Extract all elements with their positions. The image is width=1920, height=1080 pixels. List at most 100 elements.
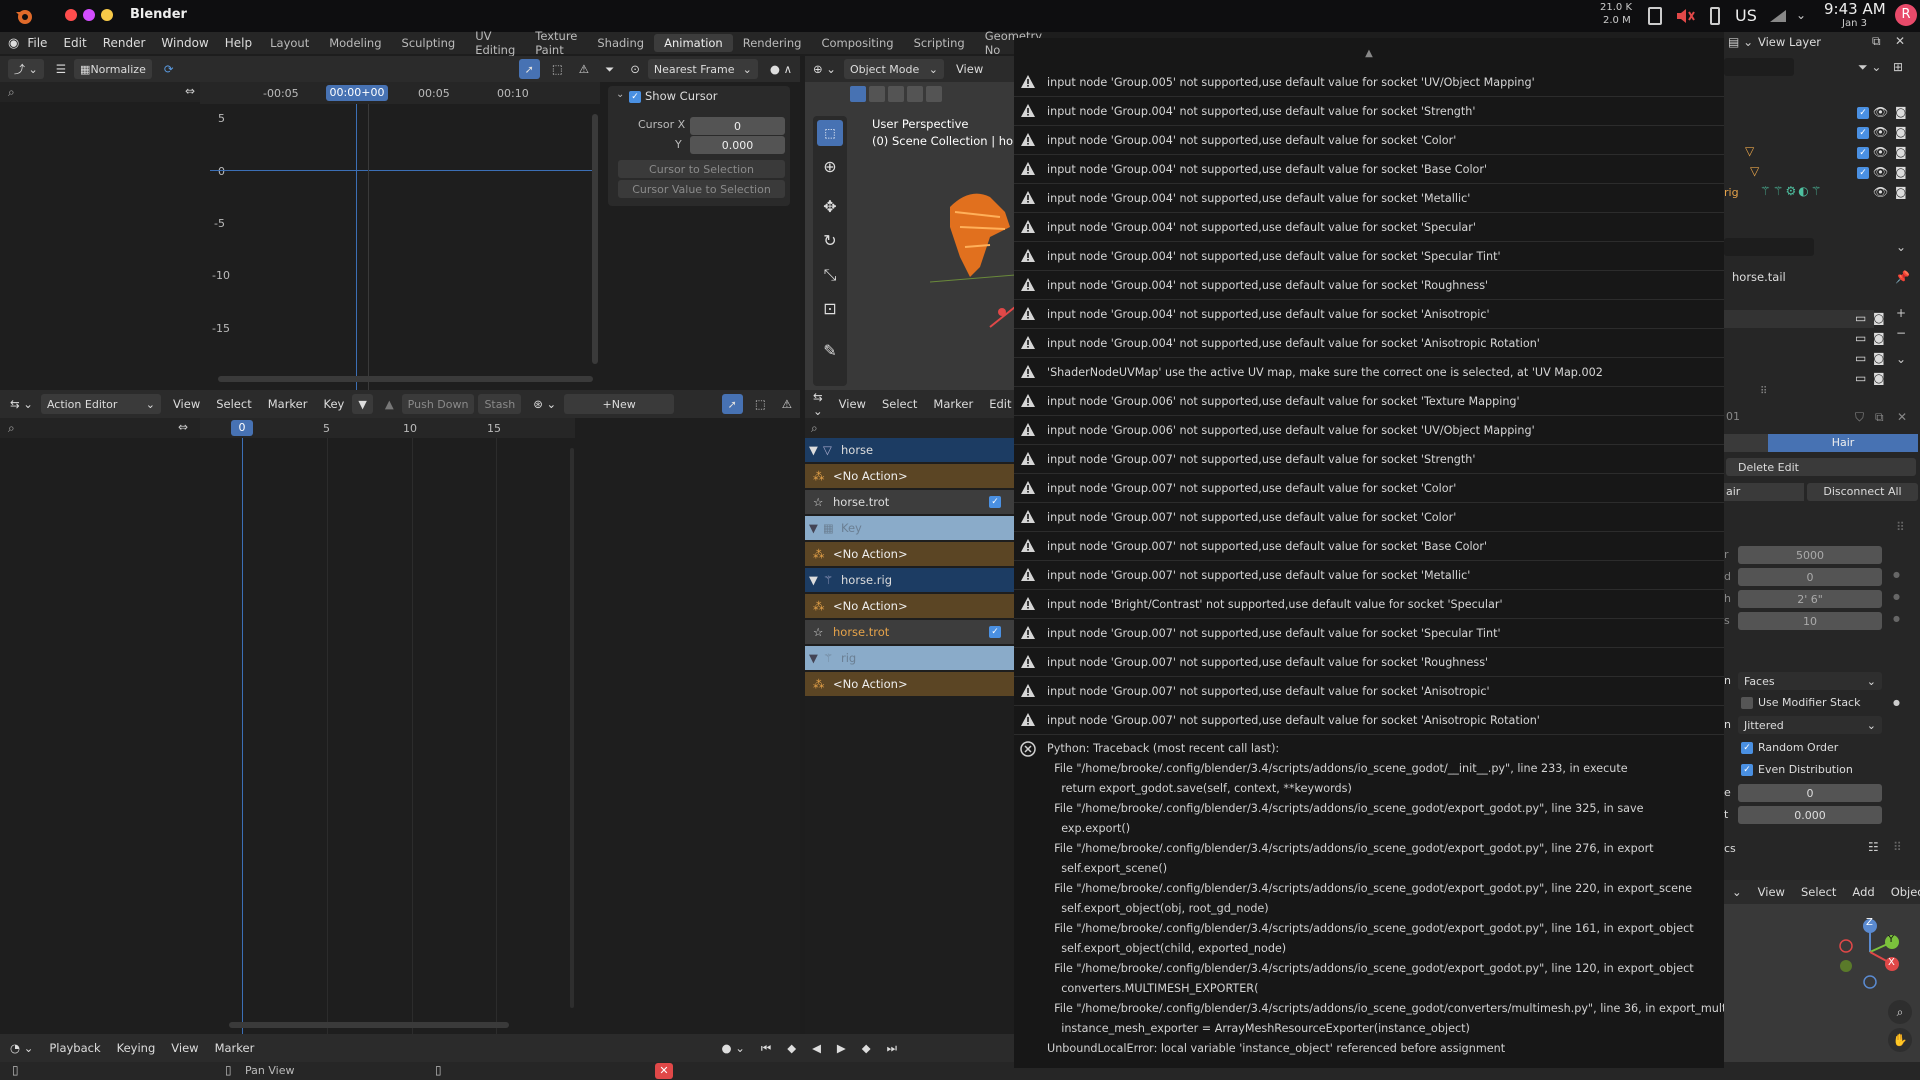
- cursor-y-field[interactable]: 0.000: [690, 136, 785, 154]
- warning-row[interactable]: input node 'Group.004' not supported,use…: [1014, 126, 1724, 155]
- transform-tool-icon[interactable]: ⊡: [817, 296, 843, 322]
- stash-button[interactable]: Stash: [478, 394, 522, 414]
- warning-row[interactable]: input node 'Group.004' not supported,use…: [1014, 155, 1724, 184]
- warning-row[interactable]: input node 'Group.004' not supported,use…: [1014, 242, 1724, 271]
- nla-strip-horse-trot-rig[interactable]: ☆ horse.trot ✓: [805, 620, 1015, 644]
- warning-row[interactable]: input node 'Group.007' not supported,use…: [1014, 677, 1724, 706]
- camera-icon[interactable]: ◙: [1873, 371, 1885, 385]
- minimize-window-button[interactable]: [83, 9, 95, 21]
- duplicate-icon[interactable]: ⧉: [1875, 410, 1884, 425]
- nla-strip-horse-trot[interactable]: ☆ horse.trot ✓: [805, 490, 1015, 514]
- view-layer-icon[interactable]: ▤ ⌄: [1728, 35, 1753, 49]
- mini-menu-add[interactable]: Add: [1844, 885, 1882, 899]
- editor-type-nla-icon[interactable]: ⇆ ⌄: [805, 390, 831, 418]
- select-box-tool-icon[interactable]: ⬚: [817, 120, 843, 146]
- tab-texture-paint[interactable]: Texture Paint: [525, 27, 587, 59]
- distribution-dropdown[interactable]: Jittered ⌄: [1738, 716, 1882, 734]
- tab-animation[interactable]: Animation: [654, 34, 733, 52]
- action-editor-area[interactable]: ⌕ ⇔ 0 5 10 15: [0, 418, 800, 1038]
- chevron-down-icon[interactable]: ⌄: [616, 89, 624, 100]
- warning-row[interactable]: input node 'Group.005' not supported,use…: [1014, 68, 1724, 97]
- menu-help[interactable]: Help: [217, 36, 260, 50]
- ae-show-hidden-icon[interactable]: ⬚: [747, 397, 774, 411]
- tab-compositing[interactable]: Compositing: [811, 34, 903, 52]
- particle-list-item-selected[interactable]: [1724, 310, 1874, 328]
- current-frame-indicator[interactable]: 00:00+00: [326, 85, 388, 101]
- warning-row[interactable]: input node 'Group.004' not supported,use…: [1014, 97, 1724, 126]
- hamburger-menu-icon[interactable]: ☰: [48, 62, 74, 76]
- grip-icon[interactable]: ⠿: [1896, 520, 1905, 534]
- timeline-menu-marker[interactable]: Marker: [207, 1041, 263, 1055]
- use-modifier-stack-checkbox[interactable]: [1741, 697, 1753, 709]
- wifi-icon[interactable]: [1768, 8, 1788, 24]
- play-reverse-icon[interactable]: ◀: [804, 1041, 829, 1055]
- chevron-down-icon[interactable]: ⌄: [1796, 8, 1806, 22]
- emitter-tab[interactable]: [1724, 434, 1768, 452]
- proportional-edit-icon[interactable]: ● ∧: [762, 62, 800, 76]
- ae-menu-key[interactable]: Key: [315, 397, 352, 411]
- editor-type-viewport-icon[interactable]: ⊕ ⌄: [805, 62, 844, 76]
- camera-icon[interactable]: ◙: [1873, 331, 1885, 345]
- new-action-button[interactable]: + New: [564, 394, 675, 414]
- nla-menu-select[interactable]: Select: [874, 397, 925, 411]
- ae-only-errors-icon[interactable]: ⚠: [774, 397, 800, 411]
- monitor-icon[interactable]: ▭: [1855, 311, 1866, 325]
- camera-icon[interactable]: ◙: [1895, 185, 1907, 199]
- nla-menu-marker[interactable]: Marker: [925, 397, 981, 411]
- warning-row[interactable]: input node 'Group.004' not supported,use…: [1014, 271, 1724, 300]
- ae-current-frame[interactable]: 0: [231, 420, 253, 436]
- play-icon[interactable]: ▶: [829, 1041, 854, 1055]
- eye-icon[interactable]: 👁: [1873, 145, 1888, 159]
- nla-track-horse[interactable]: ▼ ▽ horse: [805, 438, 1015, 462]
- viewport-area[interactable]: ⬚ ⊕ ✥ ↻ ⤡ ⊡ ✎ User Perspective (0) Scene…: [805, 82, 1031, 390]
- chevron-down-icon[interactable]: ⌄: [1724, 885, 1750, 899]
- nla-track-rig[interactable]: ▼ ⚚ rig: [805, 646, 1015, 670]
- vertical-scrollbar[interactable]: [592, 114, 598, 364]
- blender-logo-icon[interactable]: [14, 6, 34, 26]
- editor-type-dopesheet-icon[interactable]: ⇆ ⌄: [2, 397, 41, 411]
- collapse-arrow-icon[interactable]: ▼: [809, 521, 823, 535]
- random-order-checkbox[interactable]: ✓: [1741, 742, 1753, 754]
- nla-action-line[interactable]: ⁂ <No Action>: [805, 464, 1015, 488]
- graph-channel-search[interactable]: ⌕: [0, 82, 200, 102]
- eye-icon[interactable]: 👁: [1873, 125, 1888, 139]
- blender-menu-icon[interactable]: ◉: [8, 36, 19, 51]
- error-report-icon[interactable]: ✕: [655, 1063, 673, 1079]
- new-collection-icon[interactable]: ⊞: [1893, 60, 1903, 74]
- prev-keyframe-icon[interactable]: ◆: [779, 1041, 804, 1055]
- ae-menu-marker[interactable]: Marker: [260, 397, 316, 411]
- select-extend-icon[interactable]: [869, 86, 885, 102]
- outliner-checkbox[interactable]: ✓: [1857, 167, 1869, 179]
- pin-icon[interactable]: 📌: [1895, 270, 1910, 284]
- number-field[interactable]: 5000: [1738, 546, 1882, 564]
- eye-icon[interactable]: 👁: [1873, 165, 1888, 179]
- action-editor-mode-dropdown[interactable]: Action Editor ⌄: [40, 394, 161, 414]
- nla-action-line[interactable]: ⁂ <No Action>: [805, 672, 1015, 696]
- editor-type-graph-icon[interactable]: ⤴ ⌄: [8, 59, 44, 79]
- show-cursor-checkbox[interactable]: ✓: [629, 91, 641, 103]
- tab-scripting[interactable]: Scripting: [904, 34, 975, 52]
- close-window-button[interactable]: [65, 9, 77, 21]
- action-browse-icon[interactable]: ⊛ ⌄: [525, 397, 564, 411]
- shield-icon[interactable]: ⛉: [1855, 410, 1864, 425]
- outliner-filter-icon[interactable]: ⏷ ⌄: [1858, 60, 1881, 75]
- keyframe-dot-icon[interactable]: ●: [1893, 570, 1900, 579]
- number-field[interactable]: 10: [1738, 612, 1882, 630]
- collapse-arrow-icon[interactable]: ▼: [809, 651, 823, 665]
- ae-channel-toggle-icon[interactable]: ⇔: [178, 420, 188, 434]
- close-icon[interactable]: ✕: [1895, 34, 1905, 48]
- channel-region-toggle-icon[interactable]: ⇔: [185, 84, 195, 98]
- tab-shading[interactable]: Shading: [587, 34, 654, 52]
- graph-editor-area[interactable]: ⌕ ⇔ -00:05 00:00+00 00:05 00:10 5 0 -5 -…: [0, 82, 800, 390]
- filter-icon[interactable]: ⏷: [597, 62, 622, 77]
- volume-muted-icon[interactable]: [1675, 7, 1695, 25]
- outliner-search-input[interactable]: [1724, 58, 1794, 76]
- clipboard-icon[interactable]: [1648, 7, 1662, 25]
- show-hidden-icon[interactable]: ⬚: [544, 62, 571, 76]
- delete-edit-button[interactable]: Delete Edit: [1726, 458, 1916, 476]
- ae-playhead-line[interactable]: [242, 438, 243, 1038]
- camera-icon[interactable]: ◙: [1873, 351, 1885, 365]
- push-down-button[interactable]: Push Down: [401, 394, 475, 414]
- plus-icon[interactable]: +: [1896, 306, 1906, 320]
- eye-icon[interactable]: 👁: [1873, 185, 1888, 199]
